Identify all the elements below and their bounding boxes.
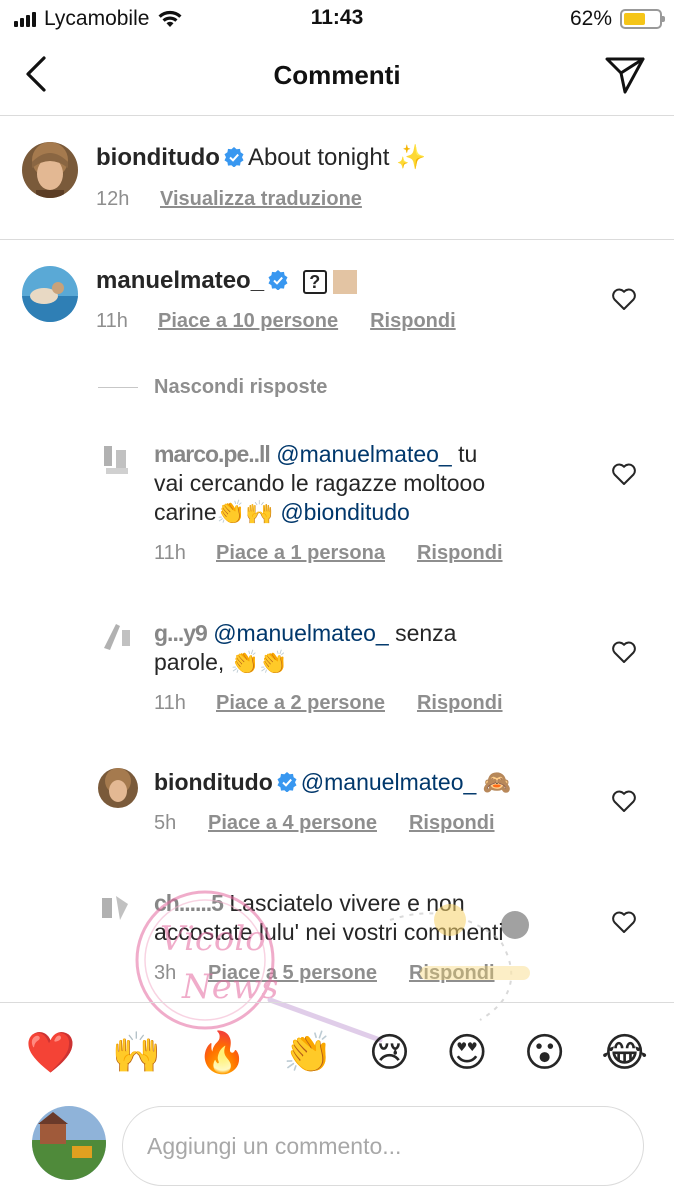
mention-link[interactable]: @bionditudo <box>280 499 410 525</box>
heart-icon[interactable] <box>611 287 637 311</box>
emoji-quick-bar: ❤️ 🙌 🔥 👏 😢 😍 😮 😂 <box>0 1002 674 1102</box>
emoji-button[interactable]: 🔥 <box>197 1033 247 1073</box>
hide-replies-label: Nascondi risposte <box>154 376 328 398</box>
paper-plane-icon[interactable] <box>604 54 646 96</box>
heart-icon[interactable] <box>611 910 637 934</box>
avatar <box>32 1106 106 1180</box>
mention-link[interactable]: @manuelmateo_ <box>301 769 477 795</box>
emoji-button[interactable]: 😂 <box>601 1033 648 1073</box>
reply-body: tu <box>451 441 478 467</box>
reply-link[interactable]: Rispondi <box>409 812 495 835</box>
battery-fill <box>624 13 646 25</box>
avatar[interactable] <box>98 440 138 480</box>
reply-body: senza <box>388 620 457 646</box>
comment-input[interactable] <box>122 1106 644 1186</box>
reply-text: ch......5 Lasciatelo vivere e non accost… <box>154 889 624 947</box>
likes-link[interactable]: Piace a 4 persone <box>208 812 377 835</box>
reply-time: 5h <box>154 812 177 834</box>
reply-body: vai cercando le ragazze moltooo <box>154 470 486 496</box>
verified-badge-icon <box>277 772 297 793</box>
emoji-button[interactable]: 👏 <box>283 1033 333 1073</box>
reply-body: accostate lulu' nei vostri commenti <box>154 919 504 945</box>
translate-link[interactable]: Visualizza traduzione <box>160 188 362 211</box>
comment-time: 11h <box>96 310 128 332</box>
header: Commenti <box>0 38 674 116</box>
reply-time: 11h <box>154 542 186 564</box>
battery-percent: 62% <box>569 7 612 30</box>
status-bar: Lycamobile 11:43 62% <box>0 0 674 38</box>
reply-text: marco.pe..ll @manuelmateo_ tu vai cercan… <box>154 440 624 527</box>
caption-meta: 12h Visualizza traduzione <box>96 188 362 211</box>
reply-meta: 11h Piace a 1 persona Rispondi <box>154 542 503 565</box>
reply-username[interactable]: marco.pe..ll <box>154 441 271 467</box>
emoji-button[interactable]: 😢 <box>369 1033 411 1073</box>
verified-badge-icon <box>268 270 288 291</box>
heart-icon[interactable] <box>611 789 637 813</box>
comment-composer <box>0 1102 674 1200</box>
reply-body: Lasciatelo vivere e non <box>222 890 465 916</box>
caption-time: 12h <box>96 188 130 210</box>
avatar[interactable] <box>98 768 138 808</box>
unknown-glyph-icon: ? <box>302 269 327 294</box>
reply-link[interactable]: Rispondi <box>417 542 503 565</box>
reply-username[interactable]: bionditudo <box>154 769 273 795</box>
comment-meta: 11h Piace a 10 persone Rispondi <box>96 310 456 333</box>
caption-username[interactable]: bionditudo <box>96 144 220 171</box>
reply-text: bionditudo @manuelmateo_ 🙈 <box>154 768 624 797</box>
reply-text: g...y9 @manuelmateo_ senza parole, 👏👏 <box>154 619 624 677</box>
emoji-button[interactable]: 😮 <box>524 1033 566 1073</box>
reply-link[interactable]: Rispondi <box>370 310 456 333</box>
page-title: Commenti <box>273 60 401 90</box>
reply-username[interactable]: g...y9 <box>154 620 208 646</box>
reply-link[interactable]: Rispondi <box>409 962 495 985</box>
likes-link[interactable]: Piace a 5 persone <box>208 962 377 985</box>
reply-meta: 11h Piace a 2 persone Rispondi <box>154 692 503 715</box>
status-right: 62% <box>569 7 665 31</box>
hide-replies-button[interactable]: Nascondi risposte <box>98 376 327 399</box>
avatar[interactable] <box>22 266 78 322</box>
avatar[interactable] <box>22 142 78 198</box>
reply-meta: 3h Piace a 5 persone Rispondi <box>154 962 495 985</box>
caption-text: bionditudo About tonight ✨ <box>96 143 426 172</box>
avatar[interactable] <box>98 890 138 930</box>
reply-time: 3h <box>154 962 177 984</box>
comment-text: manuelmateo_ ? <box>96 266 357 295</box>
skin-tone-swatch-icon <box>332 269 357 294</box>
post-caption: bionditudo About tonight ✨ 12h Visualizza… <box>0 116 674 240</box>
reply-username[interactable]: ch......5 <box>154 890 224 916</box>
reply-body: 🙈 <box>476 769 512 795</box>
emoji-button[interactable]: 🙌 <box>112 1033 162 1073</box>
comment-username[interactable]: manuelmateo_ <box>96 267 264 294</box>
likes-link[interactable]: Piace a 2 persone <box>216 692 385 715</box>
battery-icon <box>620 9 665 29</box>
heart-icon[interactable] <box>611 640 637 664</box>
reply-body: parole, 👏👏 <box>154 649 288 675</box>
reply-body: carine👏🙌 <box>154 499 281 525</box>
divider <box>98 387 138 388</box>
likes-link[interactable]: Piace a 1 persona <box>216 542 385 565</box>
mention-link[interactable]: @manuelmateo_ <box>276 441 452 467</box>
emoji-button[interactable]: 😍 <box>446 1033 488 1073</box>
mention-link[interactable]: @manuelmateo_ <box>213 620 389 646</box>
heart-icon[interactable] <box>611 462 637 486</box>
reply-meta: 5h Piace a 4 persone Rispondi <box>154 812 495 835</box>
reply-link[interactable]: Rispondi <box>417 692 503 715</box>
emoji-button[interactable]: ❤️ <box>26 1033 76 1073</box>
caption-body: About tonight ✨ <box>247 144 426 171</box>
verified-badge-icon <box>224 147 244 168</box>
likes-link[interactable]: Piace a 10 persone <box>158 310 338 333</box>
avatar[interactable] <box>98 618 138 658</box>
reply-time: 11h <box>154 692 186 714</box>
